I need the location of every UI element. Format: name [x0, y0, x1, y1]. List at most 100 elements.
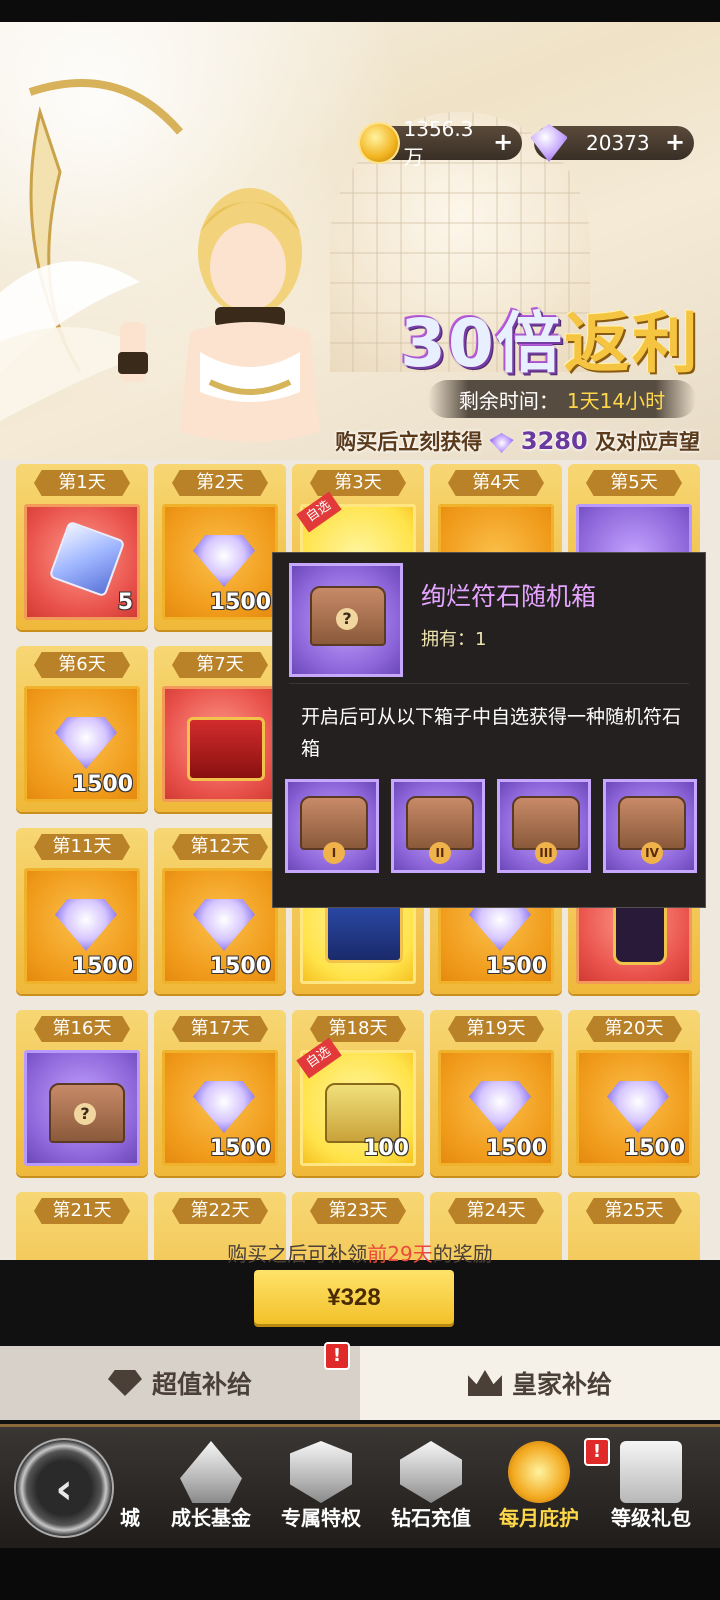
promo-sub-prefix: 购买后立刻获得 [335, 430, 483, 454]
nav-label: 成长基金 [171, 1506, 251, 1530]
reward-quantity: 1500 [209, 590, 271, 615]
coin-counter[interactable]: 1356.3万 + [358, 117, 522, 169]
gem-amount: 20373 [586, 131, 650, 155]
day-label: 第4天 [448, 470, 544, 496]
day-card[interactable]: 第2天 1500 [154, 464, 286, 630]
diamond-recharge-icon [400, 1441, 462, 1503]
tier-label: IV [641, 842, 663, 864]
reward-slot: 1500 [162, 504, 278, 620]
reward-slot: 自选 100 [296, 1037, 416, 1166]
promo-banner: 1356.3万 + 20373 + 30倍返利 剩余时间： 1天14小时 购买后… [0, 22, 720, 462]
badge-chest-icon [325, 1083, 401, 1143]
coin-amount: 1356.3万 [403, 116, 474, 169]
nav-label: 等级礼包 [611, 1506, 691, 1530]
nav-item-monthly-protection[interactable]: 每月庇护 [484, 1435, 594, 1547]
tier-label: II [429, 842, 451, 864]
crown-icon [467, 1370, 502, 1396]
add-coin-icon[interactable]: + [492, 130, 514, 154]
reward-quantity: 1500 [71, 954, 133, 979]
buy-button[interactable]: ¥328 [254, 1270, 454, 1324]
day-card[interactable]: 第1天 5 [16, 464, 148, 630]
system-nav-bar [0, 1548, 720, 1600]
nav-item-diamond-recharge[interactable]: 钻石充值 [376, 1435, 486, 1547]
day-card[interactable]: 第16天 ? [16, 1010, 148, 1176]
promo-title: 30倍返利 [400, 290, 700, 386]
tier-label: I [323, 842, 345, 864]
reward-slot: 1500 [162, 868, 278, 984]
day-card[interactable]: 第19天 1500 [430, 1010, 562, 1176]
reward-slot [162, 686, 278, 802]
info-suffix: 的奖励 [432, 1242, 493, 1266]
day-label: 第3天 [310, 470, 406, 496]
day-label: 第16天 [34, 1016, 130, 1042]
nav-item-level-gift[interactable]: 等级礼包 [596, 1435, 706, 1547]
diamond-icon [193, 899, 255, 951]
rune-chest-option[interactable]: II [391, 779, 485, 873]
add-gem-icon[interactable]: + [664, 130, 686, 154]
tooltip-item-name: 绚烂符石随机箱 [421, 582, 597, 611]
backfill-info: 购买之后可补领前29天的奖励 [0, 1238, 720, 1267]
day-label: 第21天 [34, 1198, 130, 1224]
optional-tag: 自选 [296, 1037, 342, 1079]
tooltip-description: 开启后可从以下箱子中自选获得一种随机符石箱 [301, 706, 682, 760]
reward-quantity: 1500 [485, 954, 547, 979]
tab-label: 超值补给 [151, 1370, 252, 1399]
chest-icon [325, 899, 403, 963]
question-mark-icon: ? [336, 608, 358, 630]
nav-item-privilege[interactable]: 专属特权 [266, 1435, 376, 1547]
tooltip-owned-count: 拥有：1 [421, 629, 487, 650]
day-card[interactable]: 第11天 1500 [16, 828, 148, 994]
privilege-icon [290, 1441, 352, 1503]
info-highlight: 前29天 [367, 1242, 433, 1266]
tab-royal-supply[interactable]: 皇家补给 [360, 1346, 720, 1420]
reward-slot: 1500 [576, 1050, 692, 1166]
day-label: 第22天 [172, 1198, 268, 1224]
reward-slot: 1500 [438, 1050, 554, 1166]
day-card[interactable]: 第18天 自选 100 [292, 1010, 424, 1176]
day-card[interactable]: 第12天 1500 [154, 828, 286, 994]
tier-label: III [535, 842, 557, 864]
rune-chest-option[interactable]: III [497, 779, 591, 873]
reward-slot: 1500 [24, 686, 140, 802]
day-label: 第24天 [448, 1198, 544, 1224]
reward-slot: 1500 [24, 868, 140, 984]
coin-icon [358, 122, 400, 164]
home-button[interactable]: ‹ [14, 1438, 114, 1538]
day-card[interactable]: 第7天 [154, 646, 286, 812]
day-card[interactable]: 第17天 1500 [154, 1010, 286, 1176]
reward-quantity: 1500 [485, 1136, 547, 1161]
day-card[interactable]: 第20天 1500 [568, 1010, 700, 1176]
day-card[interactable]: 第6天 1500 [16, 646, 148, 812]
diamond-icon [193, 1081, 255, 1133]
diamond-icon [607, 1081, 669, 1133]
day-label: 第12天 [172, 834, 268, 860]
tab-value-supply[interactable]: 超值补给 [0, 1346, 360, 1420]
alert-badge: ! [324, 1342, 350, 1370]
rune-chest-option[interactable]: I [285, 779, 379, 873]
day-label: 第19天 [448, 1016, 544, 1042]
diamond-icon [107, 1370, 142, 1396]
gem-counter[interactable]: 20373 + [530, 124, 694, 162]
gift-icon [620, 1441, 682, 1503]
day-label: 第23天 [310, 1198, 406, 1224]
monthly-protection-icon [508, 1441, 570, 1503]
rune-chest-option[interactable]: IV [603, 779, 697, 873]
nav-item-growth-fund[interactable]: 成长基金 [156, 1435, 266, 1547]
day-label: 第20天 [586, 1016, 682, 1042]
nav-label: 每月庇护 [499, 1506, 579, 1530]
diamond-icon [193, 535, 255, 587]
promo-subtitle: 购买后立刻获得 3280 及对应声望 [250, 426, 700, 456]
item-tooltip[interactable]: ? 绚烂符石随机箱 拥有：1 开启后可从以下箱子中自选获得一种随机符石箱 I I… [272, 552, 706, 908]
growth-fund-icon [180, 1441, 242, 1503]
angel-character-illustration [0, 79, 320, 442]
optional-tag: 自选 [296, 491, 342, 533]
crown-chest-icon [187, 717, 265, 781]
day-label: 第17天 [172, 1016, 268, 1042]
reward-slot: ? [24, 1050, 140, 1166]
tab-label: 皇家补给 [511, 1370, 612, 1399]
diamond-icon [55, 899, 117, 951]
question-mark-icon: ? [74, 1103, 96, 1125]
supply-tabs: 超值补给 皇家补给 [0, 1346, 720, 1420]
diamond-icon [469, 1081, 531, 1133]
day-label: 第25天 [586, 1198, 682, 1224]
